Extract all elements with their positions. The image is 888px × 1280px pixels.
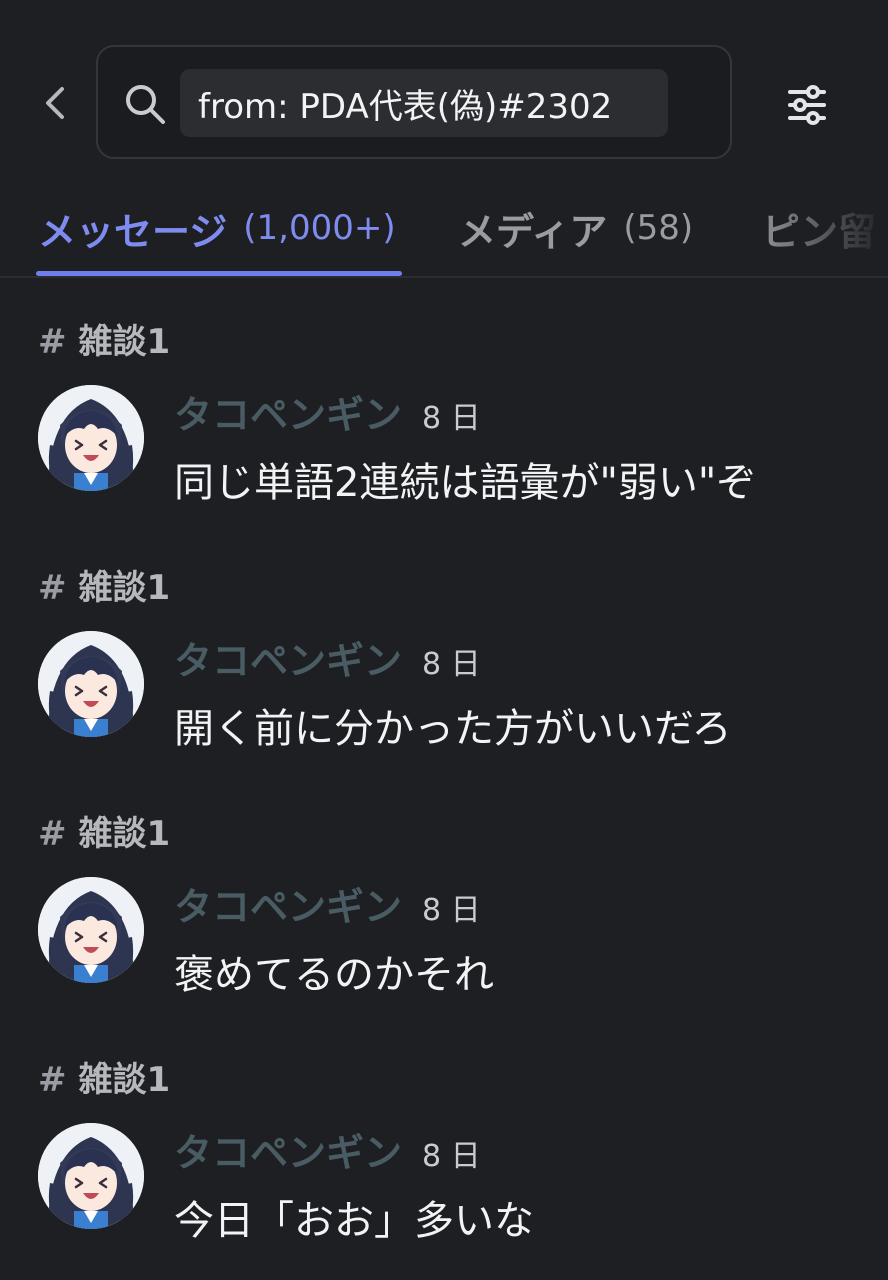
search-header: from: PDA代表(偽)#2302 [0, 0, 888, 180]
avatar[interactable] [38, 631, 144, 737]
sliders-icon [788, 85, 826, 125]
channel-name: 雑談1 [78, 814, 171, 854]
avatar-image [38, 877, 144, 983]
avatar-image [38, 1123, 144, 1229]
channel-name: 雑談1 [78, 322, 171, 362]
avatar[interactable] [38, 385, 144, 491]
tab-label: ピン留 [762, 209, 877, 254]
tab-label: メディア [458, 209, 608, 254]
message-header: タコペンギン 8 日 [174, 1122, 481, 1175]
message-header: タコペンギン 8 日 [174, 630, 481, 683]
channel-name: 雑談1 [78, 1060, 171, 1100]
timestamp: 8 日 [422, 401, 481, 436]
channel-label[interactable]: # 雑談1 [38, 560, 170, 609]
search-result[interactable]: # 雑談1 タコペンギン 8 日 今日「おお」多いな [0, 1016, 888, 1262]
avatar-image [38, 385, 144, 491]
hash-icon: # [38, 322, 67, 362]
author-name[interactable]: タコペンギン [174, 384, 402, 439]
channel-label[interactable]: # 雑談1 [38, 806, 170, 855]
message-text: 開く前に分かった方がいいだろ [174, 706, 732, 752]
tab-messages[interactable]: メッセージ (1,000+) [38, 198, 396, 258]
search-result[interactable]: # 雑談1 タコペンギン 8 日 褒めてるのかそれ [0, 770, 888, 1016]
timestamp: 8 日 [422, 647, 481, 682]
search-result[interactable]: # 雑談1 タコペンギン 8 日 同じ単語2連続は語彙が"弱い"ぞ [0, 278, 888, 524]
search-icon [126, 85, 165, 124]
author-name[interactable]: タコペンギン [174, 1122, 402, 1177]
message-text: 褒めてるのかそれ [174, 952, 494, 998]
timestamp: 8 日 [422, 893, 481, 928]
search-query-chip[interactable]: from: PDA代表(偽)#2302 [180, 69, 668, 137]
hash-icon: # [38, 1060, 67, 1100]
tab-label: メッセージ [38, 209, 228, 254]
avatar[interactable] [38, 877, 144, 983]
chevron-left-icon [46, 87, 64, 119]
search-results: # 雑談1 タコペンギン 8 日 同じ単語2連続は語彙が"弱い"ぞ # 雑談1 タコ… [0, 278, 888, 1262]
active-tab-indicator [36, 271, 402, 276]
channel-name: 雑談1 [78, 568, 171, 608]
channel-label[interactable]: # 雑談1 [38, 314, 170, 363]
channel-label[interactable]: # 雑談1 [38, 1052, 170, 1101]
hash-icon: # [38, 814, 67, 854]
author-name[interactable]: タコペンギン [174, 876, 402, 931]
hash-icon: # [38, 568, 67, 608]
filter-button[interactable] [782, 80, 832, 130]
author-name[interactable]: タコペンギン [174, 630, 402, 685]
tab-media[interactable]: メディア (58) [458, 198, 693, 258]
tab-pinned[interactable]: ピン留 [762, 198, 876, 258]
avatar-image [38, 631, 144, 737]
message-text: 同じ単語2連続は語彙が"弱い"ぞ [174, 460, 757, 506]
message-text: 今日「おお」多いな [174, 1198, 534, 1244]
tab-count: (58) [623, 208, 694, 248]
result-tabs: メッセージ (1,000+) メディア (58) ピン留 [0, 180, 888, 278]
search-box[interactable]: from: PDA代表(偽)#2302 [96, 45, 732, 159]
search-result[interactable]: # 雑談1 タコペンギン 8 日 開く前に分かった方がいいだろ [0, 524, 888, 770]
timestamp: 8 日 [422, 1139, 481, 1174]
back-button[interactable] [30, 78, 80, 128]
tab-count: (1,000+) [243, 208, 396, 248]
message-header: タコペンギン 8 日 [174, 384, 481, 437]
avatar[interactable] [38, 1123, 144, 1229]
message-header: タコペンギン 8 日 [174, 876, 481, 929]
